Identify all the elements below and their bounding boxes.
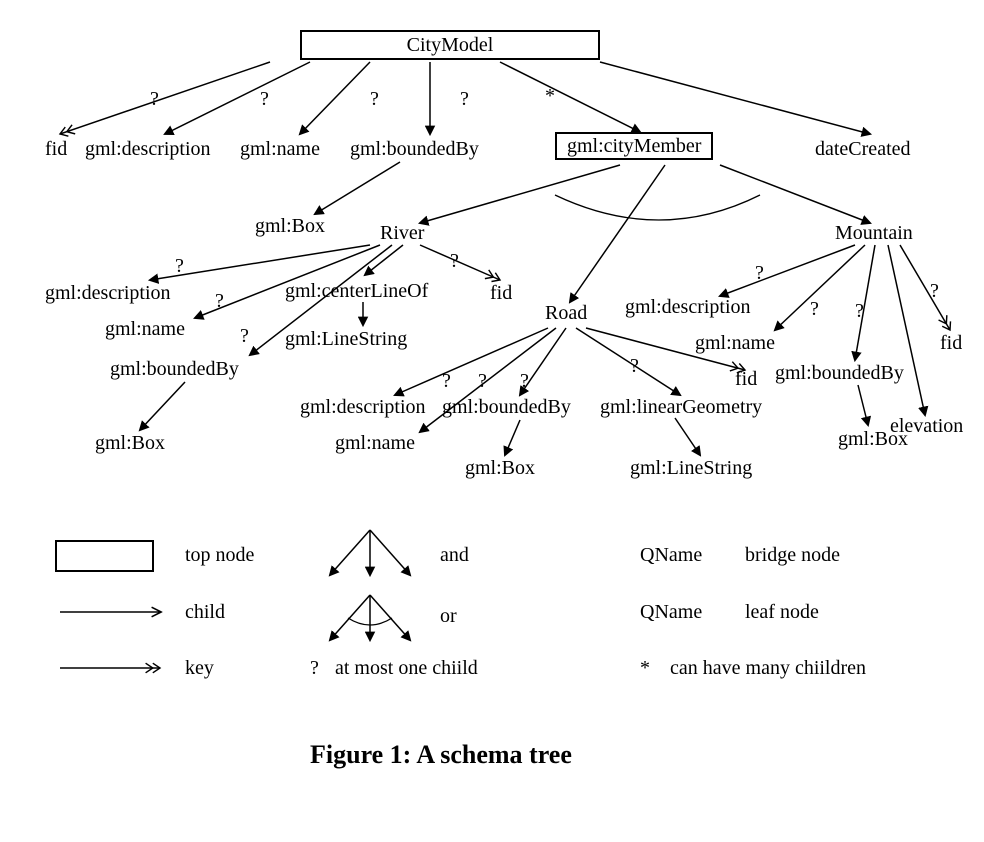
annot-q: ? (442, 370, 451, 392)
river-gml-description: gml:description (45, 282, 171, 304)
road-linearGeometry: gml:linearGeometry (600, 396, 762, 418)
figure-caption: Figure 1: A schema tree (310, 740, 572, 770)
leaf-gml-Box: gml:Box (255, 215, 325, 237)
annot-q: ? (150, 88, 159, 110)
road-gml-boundedBy: gml:boundedBy (442, 396, 571, 418)
annot-star: * (545, 85, 555, 107)
legend-bridge-node: bridge node (745, 544, 840, 566)
river-fid: fid (490, 282, 512, 304)
mountain-gml-boundedBy: gml:boundedBy (775, 362, 904, 384)
legend-or: or (440, 605, 457, 627)
legend-child: child (185, 601, 225, 623)
bridge-cityMember: gml:cityMember (555, 132, 713, 160)
leaf-gml-name: gml:name (240, 138, 320, 160)
schema-tree-figure: CityModel fid gml:description gml:name g… (0, 0, 984, 842)
legend-star-glyph: * (640, 657, 650, 679)
annot-q: ? (855, 300, 864, 322)
annot-q: ? (520, 370, 529, 392)
leaf-gml-description: gml:description (85, 138, 211, 160)
node-Mountain: Mountain (835, 222, 913, 244)
leaf-dateCreated: dateCreated (815, 138, 911, 160)
mountain-fid: fid (940, 332, 962, 354)
legend-qname-1: QName (640, 544, 702, 566)
annot-q: ? (215, 290, 224, 312)
legend-many-children: can have many chiildren (670, 657, 866, 679)
annot-q: ? (450, 250, 459, 272)
annot-q: ? (240, 325, 249, 347)
road-gml-Box: gml:Box (465, 457, 535, 479)
root-node: CityModel (300, 30, 600, 60)
road-gml-name: gml:name (335, 432, 415, 454)
annot-q: ? (260, 88, 269, 110)
legend-leaf-node: leaf node (745, 601, 819, 623)
annot-q: ? (930, 280, 939, 302)
annot-q: ? (370, 88, 379, 110)
annot-q: ? (755, 262, 764, 284)
node-Road: Road (545, 302, 587, 324)
road-LineString: gml:LineString (630, 457, 752, 479)
node-River: River (380, 222, 424, 244)
river-LineString: gml:LineString (285, 328, 407, 350)
mountain-gml-description: gml:description (625, 296, 751, 318)
leaf-gml-boundedBy: gml:boundedBy (350, 138, 479, 160)
river-gml-name: gml:name (105, 318, 185, 340)
legend-and: and (440, 544, 469, 566)
annot-q: ? (630, 355, 639, 377)
legend-q-glyph: ? (310, 657, 319, 679)
leaf-fid: fid (45, 138, 67, 160)
annot-q: ? (478, 370, 487, 392)
mountain-gml-name: gml:name (695, 332, 775, 354)
legend-box-glyph (55, 540, 154, 572)
legend-top-node: top node (185, 544, 254, 566)
annot-q: ? (175, 255, 184, 277)
river-centerLineOf: gml:centerLineOf (285, 280, 428, 302)
edges-layer (0, 0, 984, 842)
legend-qname-2: QName (640, 601, 702, 623)
legend-key: key (185, 657, 214, 679)
annot-q: ? (460, 88, 469, 110)
road-fid: fid (735, 368, 757, 390)
river-gml-boundedBy: gml:boundedBy (110, 358, 239, 380)
mountain-elevation: elevation (890, 415, 963, 437)
annot-q: ? (810, 298, 819, 320)
legend-at-most-one: at most one chiild (335, 657, 478, 679)
road-gml-description: gml:description (300, 396, 426, 418)
river-gml-Box: gml:Box (95, 432, 165, 454)
